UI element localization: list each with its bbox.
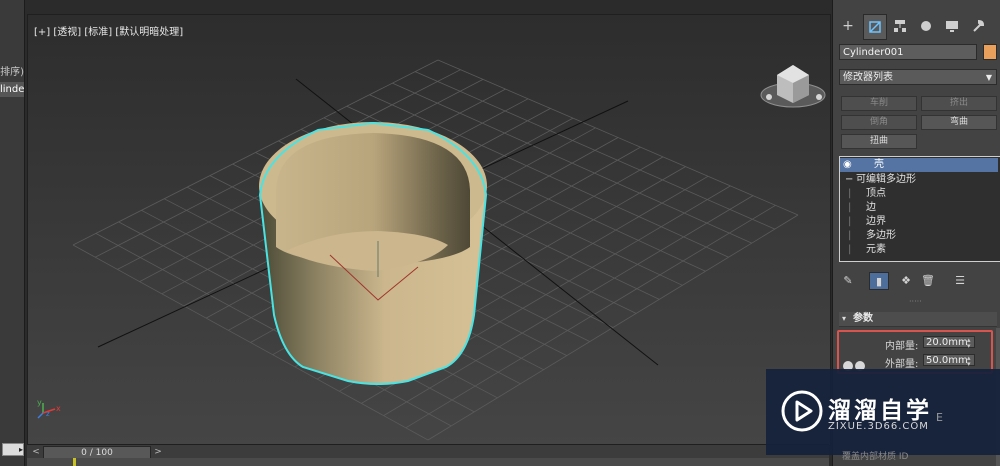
timeline-next-button[interactable]: > (151, 445, 165, 459)
perspective-viewport[interactable]: y x z [+] [透视] [标准] [默认明暗处理] (27, 14, 831, 446)
time-ruler[interactable] (27, 458, 829, 466)
obscured-button-text: E (936, 411, 943, 424)
viewport-scene: y x z (37, 59, 826, 441)
scene-explorer-strip: 排序) linder (0, 0, 25, 466)
time-marker[interactable] (73, 458, 76, 466)
stack-subitem-edge[interactable]: | 边 (840, 201, 998, 215)
minus-expander-icon[interactable]: − (845, 173, 853, 187)
axis-y-label: y (37, 398, 42, 407)
bevel-button[interactable]: 倒角 (841, 115, 917, 130)
utilities-wrench-icon[interactable] (967, 14, 989, 38)
stack-item-label: 壳 (874, 159, 884, 170)
stack-subitem-label: 边 (866, 202, 876, 213)
scene-explorer-item[interactable]: 排序) (0, 65, 24, 80)
show-end-result-icon[interactable]: ▮ (869, 272, 889, 290)
stack-subitem-label: 顶点 (866, 188, 886, 199)
stack-subitem-element[interactable]: | 元素 (840, 243, 998, 257)
modifier-list-label: 修改器列表 (843, 72, 893, 83)
object-name-field[interactable]: Cylinder001 (839, 44, 977, 60)
collapse-arrow-icon[interactable]: ▾ (842, 312, 846, 326)
rollout-title: 参数 (853, 313, 873, 324)
extrude-button[interactable]: 挤出 (921, 96, 997, 111)
create-tab-plus-icon[interactable]: + (837, 14, 859, 38)
viewcube (760, 65, 826, 108)
modifier-stack: ◉ 壳 − 可编辑多边形 | 顶点 | 边 | 边界 | 多边形 | 元素 (839, 156, 1000, 262)
panel-divider-grip[interactable]: ····· (909, 298, 925, 306)
lathe-button[interactable]: 车削 (841, 96, 917, 111)
stack-subitem-label: 元素 (866, 244, 886, 255)
motion-tab-icon[interactable] (915, 14, 937, 38)
outer-amount-spinner-icon[interactable]: ▴ ▾ (967, 355, 971, 368)
stack-subitem-label: 多边形 (866, 230, 896, 241)
outer-amount-label: 外部量: (885, 359, 919, 370)
object-color-swatch[interactable] (983, 44, 997, 60)
stack-item-label: 可编辑多边形 (856, 174, 916, 185)
timeline: < 0 / 100 > (27, 444, 829, 460)
inner-amount-spinner-icon[interactable]: ▴ ▾ (967, 337, 971, 350)
remove-modifier-trash-icon[interactable]: 🗑 (919, 272, 937, 288)
chevron-down-icon: ▼ (985, 73, 992, 82)
parameters-rollout-header[interactable]: ▾ 参数 (839, 312, 997, 327)
stack-subitem-vertex[interactable]: | 顶点 (840, 187, 998, 201)
inner-amount-label: 内部量: (885, 341, 919, 352)
display-tab-icon[interactable] (941, 14, 963, 38)
hierarchy-tab-icon[interactable] (889, 14, 911, 38)
eye-icon[interactable]: ◉ (843, 158, 852, 172)
modify-tab-icon[interactable] (863, 14, 887, 40)
bend-button[interactable]: 弯曲 (921, 115, 997, 130)
axis-x-label: x (56, 404, 61, 413)
stack-item-shell[interactable]: ◉ 壳 (840, 158, 998, 172)
cylinder-object (258, 121, 488, 385)
twist-button[interactable]: 扭曲 (841, 134, 917, 149)
pin-stack-icon[interactable]: ✎ (839, 272, 857, 288)
expand-button[interactable]: ▸ (2, 443, 24, 456)
stack-subitem-border[interactable]: | 边界 (840, 215, 998, 229)
stack-toolbar: ✎ ▮ ❖ 🗑 ☰ (839, 272, 997, 290)
configure-modifier-sets-icon[interactable]: ☰ (951, 272, 969, 288)
axis-z-label: z (46, 410, 50, 418)
command-panel-tabs: + (833, 14, 1000, 40)
watermark-overlay: 溜溜自学 ZIXUE.3D66.COM E 覆盖内部材质 ID (766, 369, 1000, 462)
timeline-prev-button[interactable]: < (29, 445, 43, 459)
watermark-title: 溜溜自学 (828, 398, 932, 424)
scene-explorer-item-selected[interactable]: linder (0, 82, 24, 97)
stack-item-editable-poly[interactable]: − 可编辑多边形 (840, 173, 998, 187)
obscured-checkbox-label: 覆盖内部材质 ID (842, 452, 909, 462)
axis-tripod: y x z (37, 398, 61, 419)
make-unique-icon[interactable]: ❖ (897, 272, 915, 288)
stack-subitem-polygon[interactable]: | 多边形 (840, 229, 998, 243)
stack-subitem-label: 边界 (866, 216, 886, 227)
viewport-label[interactable]: [+] [透视] [标准] [默认明暗处理] (34, 23, 183, 38)
play-logo-icon (781, 390, 823, 432)
modifier-list-dropdown[interactable]: 修改器列表 ▼ (839, 69, 997, 85)
watermark-url: ZIXUE.3D66.COM (828, 421, 929, 432)
